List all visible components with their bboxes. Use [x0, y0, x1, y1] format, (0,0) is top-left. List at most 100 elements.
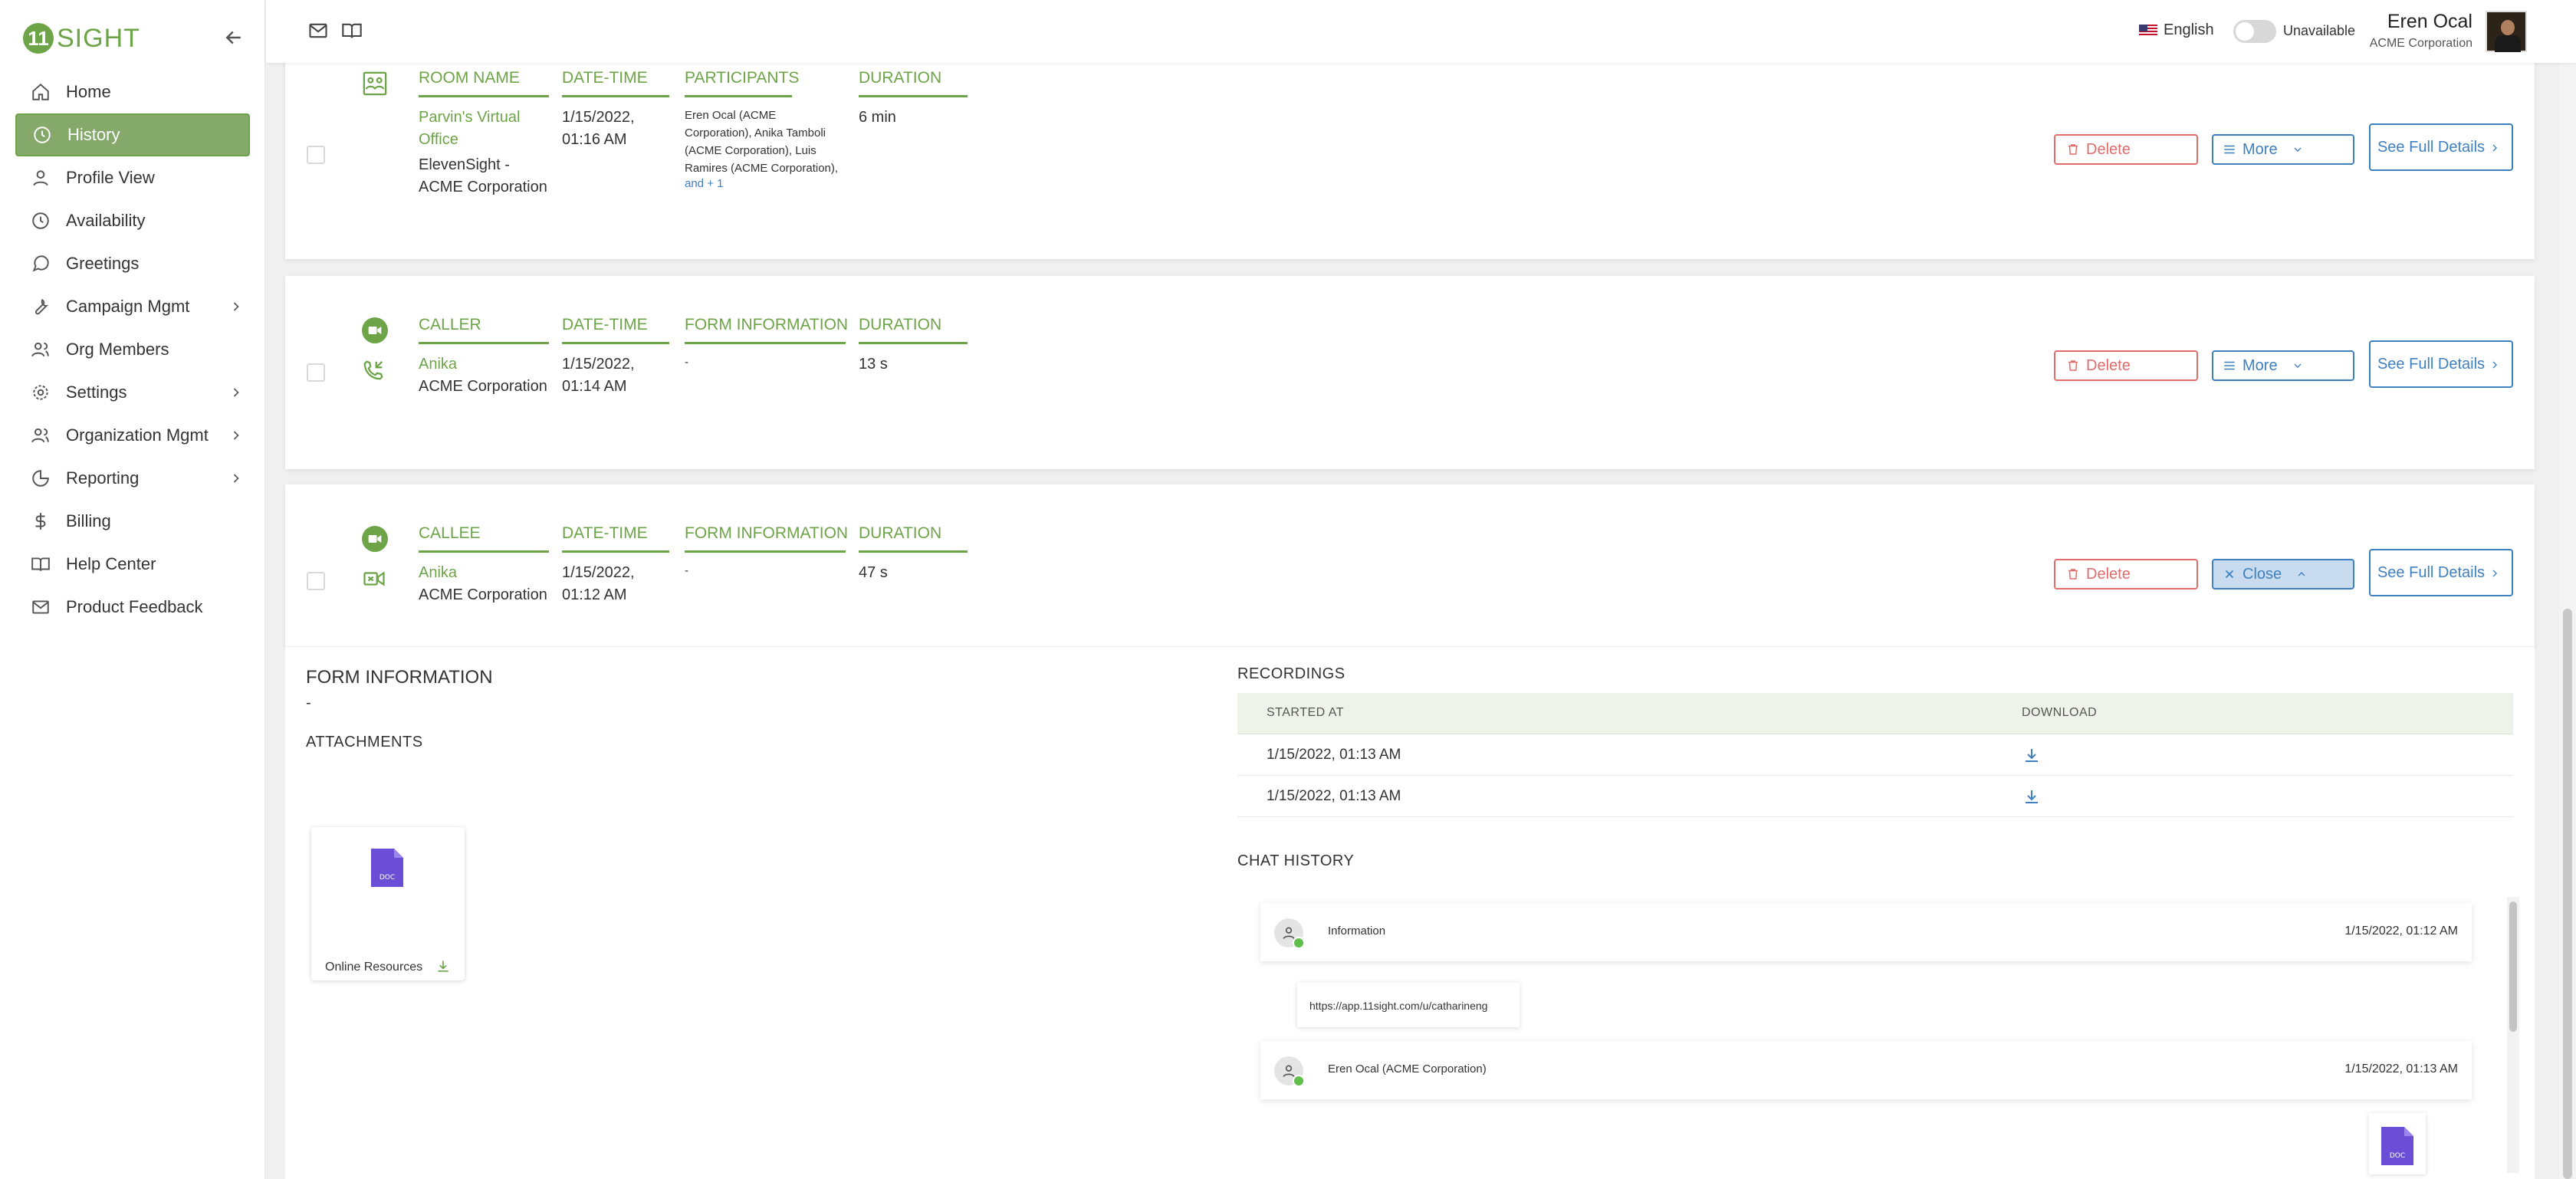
- language-label: English: [2164, 21, 2214, 38]
- sidebar-item-label: Home: [66, 82, 111, 101]
- chevron-right-icon: [2492, 361, 2497, 369]
- sidebar-item-label: Greetings: [66, 254, 140, 273]
- duration-column: DURATION 47 s: [859, 524, 968, 584]
- menu-icon: [2224, 145, 2235, 154]
- menu-icon: [2224, 361, 2235, 370]
- availability-toggle[interactable]: [2233, 20, 2276, 43]
- avatar[interactable]: [2486, 11, 2527, 52]
- see-full-details-button[interactable]: See Full Details: [2369, 549, 2513, 596]
- column-header: ROOM NAME: [419, 69, 549, 97]
- logo[interactable]: 11 SIGHT: [23, 23, 140, 54]
- participants-more-link[interactable]: and + 1: [685, 177, 846, 190]
- chevron-right-icon: [2492, 570, 2497, 577]
- delete-button[interactable]: Delete: [2054, 134, 2198, 165]
- chat-time: 1/15/2022, 01:13 AM: [2344, 1062, 2458, 1076]
- chat-time: 1/15/2022, 01:12 AM: [2344, 924, 2458, 938]
- download-icon[interactable]: [2022, 747, 2041, 765]
- arrow-left-icon: [225, 31, 241, 44]
- datetime-value: 1/15/2022, 01:12 AM: [562, 564, 635, 603]
- close-button[interactable]: Close: [2212, 559, 2354, 590]
- delete-button[interactable]: Delete: [2054, 350, 2198, 381]
- attachment-card[interactable]: DOC Online Resources: [311, 827, 465, 980]
- trash-icon: [2068, 360, 2078, 371]
- caller-name[interactable]: Anika: [419, 353, 549, 376]
- chat-message: Information 1/15/2022, 01:12 AM: [1260, 903, 2472, 961]
- collapse-sidebar-button[interactable]: [222, 26, 245, 49]
- form-information-column: FORM INFORMATION -: [685, 316, 848, 371]
- sidebar-item-profile-view[interactable]: Profile View: [15, 156, 250, 199]
- sidebar-item-greetings[interactable]: Greetings: [15, 242, 250, 285]
- column-header: FORM INFORMATION: [685, 524, 848, 553]
- row-checkbox[interactable]: [307, 363, 325, 382]
- sidebar-item-org-members[interactable]: Org Members: [15, 328, 250, 371]
- clock-icon: [29, 209, 52, 232]
- see-full-details-button[interactable]: See Full Details: [2369, 123, 2513, 171]
- chevron-right-icon: [228, 299, 244, 314]
- callee-name[interactable]: Anika: [419, 562, 549, 584]
- sidebar-item-settings[interactable]: Settings: [15, 371, 250, 414]
- user-avatar-icon: [1274, 918, 1305, 949]
- see-full-details-button[interactable]: See Full Details: [2369, 340, 2513, 388]
- book-icon: [29, 553, 52, 576]
- datetime-column: DATE-TIME 1/15/2022, 01:14 AM: [562, 316, 669, 398]
- trash-icon: [2068, 144, 2078, 155]
- participants-value: Eren Ocal (ACME Corporation), Anika Tamb…: [685, 109, 839, 175]
- chat-scrollbar[interactable]: [2507, 897, 2519, 1173]
- us-flag-icon: [2139, 24, 2157, 37]
- column-header: DATE-TIME: [562, 316, 669, 344]
- users-icon: [29, 424, 52, 447]
- row-checkbox[interactable]: [307, 146, 325, 164]
- gear-icon: [29, 381, 52, 404]
- sidebar-item-organization-mgmt[interactable]: Organization Mgmt: [15, 414, 250, 457]
- duration-value: 13 s: [859, 356, 888, 373]
- book-icon[interactable]: [341, 20, 363, 41]
- language-selector[interactable]: English: [2139, 21, 2214, 39]
- form-information-column: FORM INFORMATION -: [685, 524, 848, 580]
- doc-badge: DOC: [380, 874, 395, 882]
- download-icon[interactable]: [2022, 788, 2041, 806]
- row-checkbox[interactable]: [307, 572, 325, 590]
- table-row: 1/15/2022, 01:13 AM: [1237, 776, 2513, 817]
- sidebar-item-campaign-mgmt[interactable]: Campaign Mgmt: [15, 285, 250, 328]
- table-row: 1/15/2022, 01:13 AM: [1237, 734, 2513, 776]
- doc-file-icon: DOC: [371, 849, 403, 887]
- users-icon: [29, 338, 52, 361]
- sidebar-item-history[interactable]: History: [15, 113, 250, 156]
- page-scrollbar[interactable]: [2559, 63, 2576, 1179]
- room-name[interactable]: Parvin's Virtual Office: [419, 107, 549, 151]
- callee-column: CALLEE Anika ACME Corporation: [419, 524, 549, 606]
- sidebar-item-label: Help Center: [66, 554, 156, 573]
- column-header: FORM INFORMATION: [685, 316, 848, 344]
- delete-button[interactable]: Delete: [2054, 559, 2198, 590]
- mail-icon[interactable]: [307, 20, 329, 41]
- sidebar-item-product-feedback[interactable]: Product Feedback: [15, 586, 250, 629]
- chat-history[interactable]: Information 1/15/2022, 01:12 AM https://…: [1237, 889, 2519, 1179]
- chat-attachment[interactable]: DOC: [2369, 1113, 2426, 1174]
- sidebar-item-label: Availability: [66, 211, 146, 230]
- close-icon: [2225, 570, 2234, 579]
- sidebar-item-availability[interactable]: Availability: [15, 199, 250, 242]
- recording-started-at: 1/15/2022, 01:13 AM: [1267, 788, 1401, 804]
- video-call-icon: [362, 317, 388, 343]
- sidebar-item-home[interactable]: Home: [15, 71, 250, 113]
- more-label: More: [2242, 356, 2278, 374]
- user-name[interactable]: Eren Ocal: [2373, 11, 2472, 33]
- sidebar-item-reporting[interactable]: Reporting: [15, 457, 250, 500]
- sidebar-item-billing[interactable]: Billing: [15, 500, 250, 543]
- sidebar-nav: Home History Profile View Availability G…: [15, 71, 250, 629]
- sidebar-item-label: Reporting: [66, 468, 140, 488]
- chat-link-bubble[interactable]: https://app.11sight.com/u/catharineng: [1297, 983, 1520, 1027]
- more-button[interactable]: More: [2212, 350, 2354, 381]
- sidebar-item-label: Profile View: [66, 168, 155, 187]
- recordings-title: RECORDINGS: [1237, 665, 1346, 682]
- datetime-value: 1/15/2022, 01:14 AM: [562, 356, 635, 395]
- caller-column: CALLER Anika ACME Corporation: [419, 316, 549, 398]
- see-full-details-label: See Full Details: [2377, 564, 2486, 581]
- more-button[interactable]: More: [2212, 134, 2354, 165]
- column-header: DURATION: [859, 69, 968, 97]
- sidebar-item-label: Org Members: [66, 340, 169, 359]
- sidebar-item-help-center[interactable]: Help Center: [15, 543, 250, 586]
- download-icon[interactable]: [435, 959, 451, 974]
- dollar-icon: [29, 510, 52, 533]
- datetime-column: DATE-TIME 1/15/2022, 01:16 AM: [562, 69, 669, 151]
